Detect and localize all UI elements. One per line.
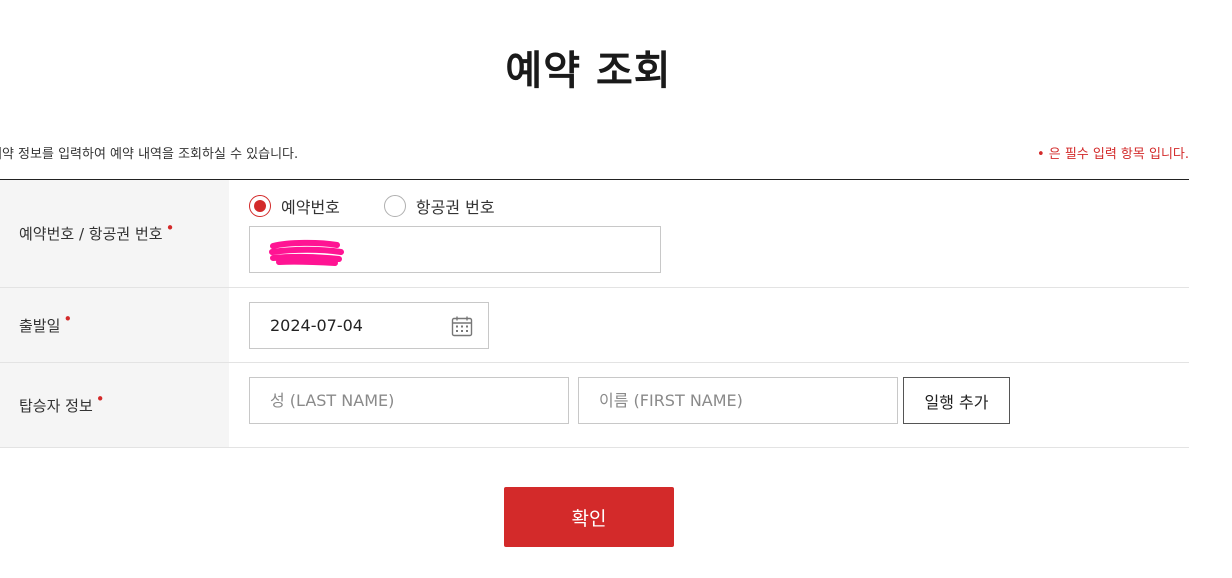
first-name-input[interactable] — [578, 377, 898, 424]
reservation-number-content: 예약번호 항공권 번호 — [229, 180, 1189, 287]
page-title: 예약 조회 — [505, 48, 672, 94]
reservation-number-label-text: 예약번호 / 항공권 번호 — [19, 225, 163, 243]
required-mark: • — [95, 390, 105, 408]
radio-ticket-number[interactable]: 항공권 번호 — [383, 194, 495, 218]
radio-checked-icon[interactable] — [249, 195, 271, 217]
departure-date-content: 2024-07-04 — [229, 288, 1189, 362]
required-mark: • — [165, 218, 175, 237]
confirm-button[interactable]: 확인 — [504, 487, 674, 547]
last-name-input[interactable] — [249, 377, 569, 424]
radio-reservation-number[interactable]: 예약번호 — [249, 194, 340, 218]
passenger-info-label-text: 탑승자 정보 — [19, 396, 93, 415]
reservation-number-row: 예약번호 / 항공권 번호 • 예약번호 항공권 번호 — [0, 180, 1189, 288]
add-companion-button[interactable]: 일행 추가 — [903, 377, 1010, 424]
departure-date-input[interactable]: 2024-07-04 — [249, 302, 489, 349]
passenger-info-row: 탑승자 정보 • 일행 추가 — [0, 363, 1189, 448]
departure-date-value: 2024-07-04 — [270, 316, 363, 335]
passenger-info-label: 탑승자 정보 • — [0, 363, 229, 447]
reservation-type-radio-group: 예약번호 항공권 번호 — [249, 194, 1189, 218]
departure-date-label: 출발일 • — [0, 288, 229, 362]
radio-reservation-number-label: 예약번호 — [281, 198, 340, 217]
departure-date-label-text: 출발일 — [19, 316, 61, 335]
info-text: 예약 정보를 입력하여 예약 내역을 조회하실 수 있습니다. — [0, 147, 299, 162]
radio-unchecked-icon[interactable] — [383, 195, 406, 217]
reservation-form: 예약번호 / 항공권 번호 • 예약번호 항공권 번호 출발일 • 2024-0… — [0, 179, 1189, 448]
radio-ticket-number-label: 항공권 번호 — [415, 198, 495, 217]
departure-date-row: 출발일 • 2024-07-04 — [0, 288, 1189, 363]
required-note: • 은 필수 입력 항목 입니다. — [1036, 147, 1189, 162]
required-mark: • — [63, 310, 73, 328]
passenger-name-fields: 일행 추가 — [249, 377, 1189, 424]
passenger-info-content: 일행 추가 — [229, 363, 1189, 447]
reservation-number-label: 예약번호 / 항공권 번호 • — [0, 180, 229, 287]
calendar-icon[interactable] — [450, 314, 474, 338]
redaction-mark — [269, 239, 344, 266]
